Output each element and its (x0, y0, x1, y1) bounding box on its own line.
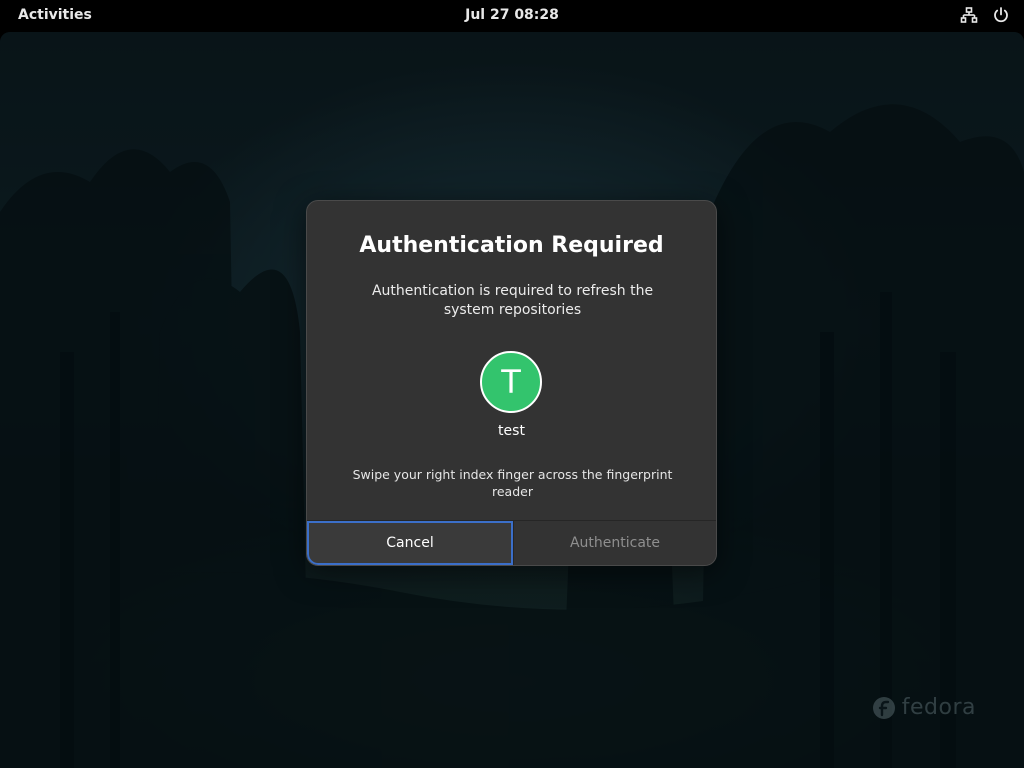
avatar-initial: T (501, 363, 521, 401)
authentication-dialog: Authentication Required Authentication i… (306, 200, 717, 566)
activities-button[interactable]: Activities (18, 7, 92, 23)
fingerprint-prompt: Swipe your right index finger across the… (352, 467, 673, 499)
username-label: test (498, 423, 525, 439)
fedora-watermark-text: fedora (901, 695, 976, 720)
clock-container: Jul 27 08:28 (0, 7, 1024, 23)
top-bar: Activities Jul 27 08:28 (0, 0, 1024, 32)
dialog-title: Authentication Required (359, 233, 664, 258)
fedora-logo-icon (872, 696, 895, 719)
cancel-button[interactable]: Cancel (307, 521, 513, 565)
user-avatar: T (480, 351, 542, 413)
dialog-button-row: Cancel Authenticate (307, 520, 716, 565)
system-tray (960, 6, 1010, 24)
fedora-watermark: fedora (872, 695, 976, 720)
network-wired-icon[interactable] (960, 6, 978, 24)
authenticate-button[interactable]: Authenticate (513, 521, 716, 565)
dialog-description: Authentication is required to refresh th… (371, 283, 654, 318)
power-icon[interactable] (992, 6, 1010, 24)
clock[interactable]: Jul 27 08:28 (465, 7, 559, 23)
